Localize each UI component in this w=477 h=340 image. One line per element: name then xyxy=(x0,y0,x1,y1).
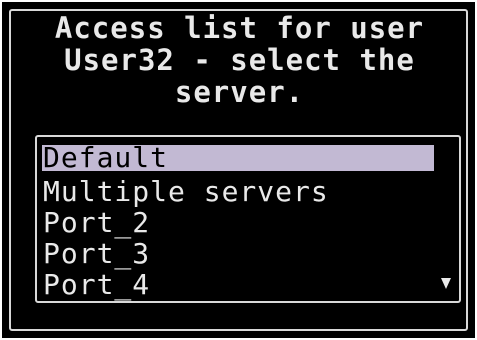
dialog-title: Access list for user User32 - select the… xyxy=(12,12,467,108)
list-item-port-4[interactable]: Port_4 xyxy=(42,269,434,300)
terminal-screen: Access list for user User32 - select the… xyxy=(2,2,475,338)
server-list: Default Multiple servers Port_2 Port_3 P… xyxy=(42,144,434,300)
list-item-port-2[interactable]: Port_2 xyxy=(42,207,434,238)
title-line-1: Access list for user xyxy=(54,11,425,45)
title-line-2: User32 - select the xyxy=(64,43,415,77)
list-item-port-3[interactable]: Port_3 xyxy=(42,238,434,269)
title-line-3: server. xyxy=(174,75,305,109)
list-item-multiple-servers[interactable]: Multiple servers xyxy=(42,176,434,207)
scroll-down-arrow-icon[interactable] xyxy=(441,278,451,289)
server-listbox[interactable]: Default Multiple servers Port_2 Port_3 P… xyxy=(35,135,461,303)
list-item-default[interactable]: Default xyxy=(42,144,434,172)
